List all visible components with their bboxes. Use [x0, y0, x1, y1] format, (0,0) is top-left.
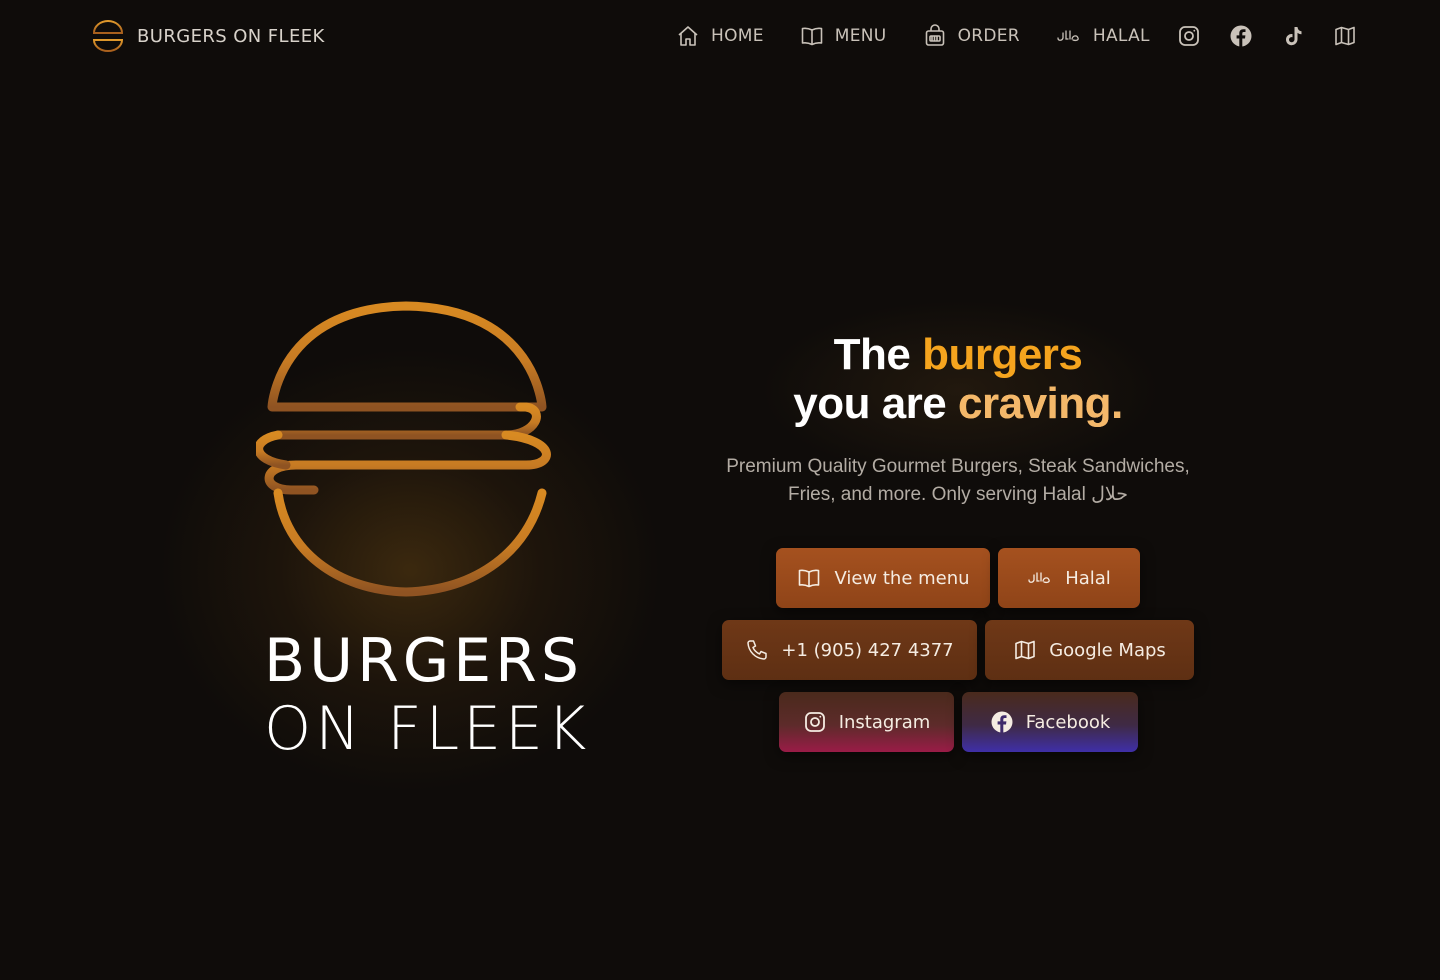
nav-map-link[interactable] — [1332, 23, 1358, 49]
view-menu-button[interactable]: View the menu — [776, 548, 990, 608]
hero-subtext: Premium Quality Gourmet Burgers, Steak S… — [726, 456, 1190, 505]
headline-word-you-are: you are — [793, 379, 947, 428]
facebook-label: Facebook — [1025, 711, 1111, 733]
map-icon — [1333, 24, 1357, 48]
halal-icon — [1056, 26, 1082, 46]
facebook-icon — [990, 710, 1014, 734]
map-icon — [1013, 638, 1037, 662]
nav-tiktok-link[interactable] — [1280, 23, 1306, 49]
nav-instagram-link[interactable] — [1176, 23, 1202, 49]
nav-facebook-link[interactable] — [1228, 23, 1254, 49]
headline-word-craving: craving. — [958, 379, 1123, 428]
burger-logo-icon — [92, 20, 124, 52]
nav-menu-link[interactable]: MENU — [800, 24, 887, 48]
tiktok-icon — [1281, 24, 1305, 48]
phone-icon — [745, 638, 769, 662]
nav-menu-label: MENU — [834, 26, 887, 46]
nav-halal-label: HALAL — [1092, 26, 1150, 46]
hero-wordmark: BURGERS ON FLEEK — [264, 626, 591, 764]
phone-label: +1 (905) 427 4377 — [781, 639, 954, 661]
nav-home-label: HOME — [711, 26, 764, 46]
nav-halal-link[interactable]: HALAL — [1056, 26, 1150, 46]
headline-line-2: you are craving. — [700, 379, 1216, 428]
bag-icon — [923, 24, 947, 48]
halal-button[interactable]: Halal — [998, 548, 1140, 608]
nav-order-link[interactable]: ORDER — [923, 24, 1020, 48]
headline-word-burgers: burgers — [922, 330, 1083, 379]
brand-home-link[interactable]: BURGERS ON FLEEK — [92, 19, 325, 53]
nav-order-label: ORDER — [957, 26, 1020, 46]
nav-home-link[interactable]: HOME — [676, 24, 764, 48]
instagram-icon — [803, 710, 827, 734]
headline-line-1: The burgers — [700, 330, 1216, 379]
wordmark-line-1: BURGERS — [264, 626, 583, 696]
google-maps-label: Google Maps — [1049, 639, 1166, 661]
nav-links: HOME MENU ORDER HALAL — [676, 21, 1358, 51]
book-icon — [800, 24, 824, 48]
hero-headline: The burgers you are craving. — [700, 330, 1216, 428]
facebook-icon — [1229, 24, 1253, 48]
home-icon — [676, 24, 700, 48]
instagram-button[interactable]: Instagram — [779, 692, 954, 752]
brand-name: BURGERS ON FLEEK — [137, 25, 325, 47]
view-menu-label: View the menu — [834, 567, 970, 589]
top-nav: BURGERS ON FLEEK HOME MENU ORDER HALAL — [0, 0, 1440, 72]
halal-label: Halal — [1065, 567, 1111, 589]
phone-button[interactable]: +1 (905) 427 4377 — [722, 620, 977, 680]
google-maps-button[interactable]: Google Maps — [985, 620, 1194, 680]
halal-icon — [1027, 568, 1053, 588]
facebook-button[interactable]: Facebook — [962, 692, 1138, 752]
instagram-icon — [1177, 24, 1201, 48]
instagram-label: Instagram — [838, 711, 931, 733]
book-icon — [796, 566, 822, 590]
wordmark-line-2: ON FLEEK — [264, 694, 591, 764]
hero-burger-logo-icon — [256, 300, 560, 600]
headline-word-the: The — [833, 330, 911, 379]
